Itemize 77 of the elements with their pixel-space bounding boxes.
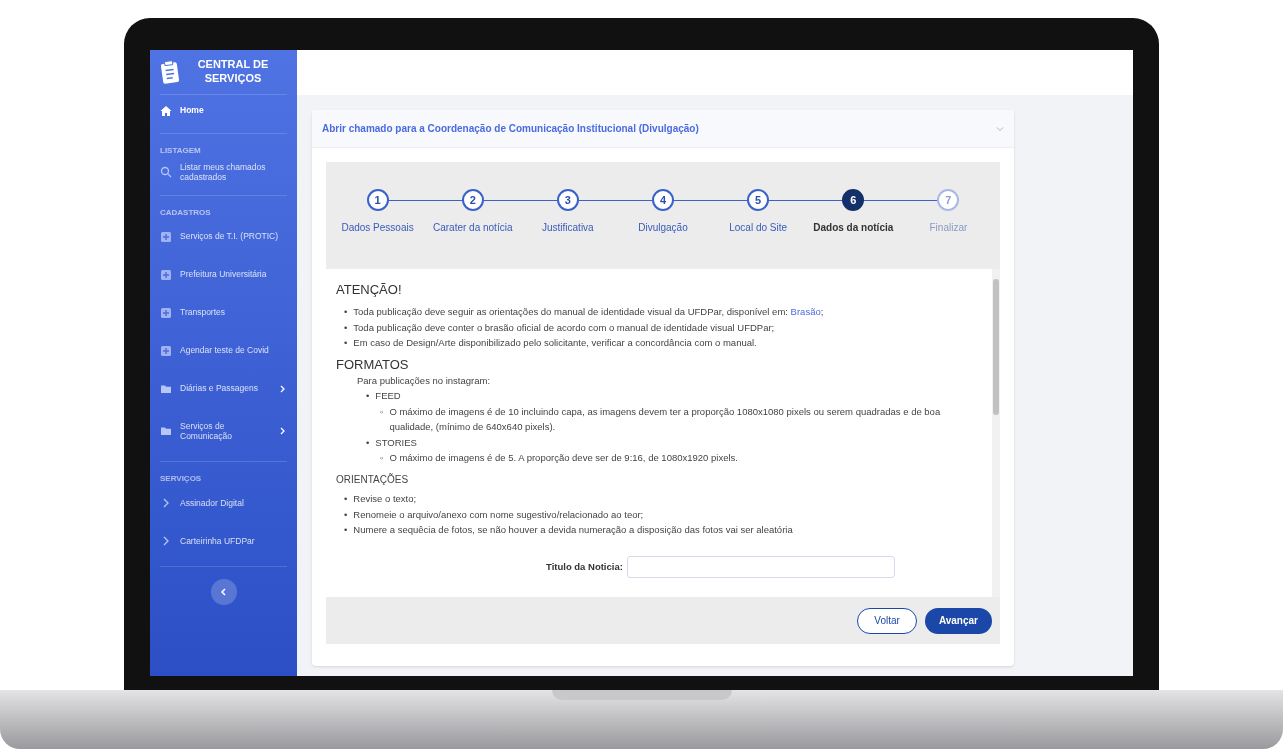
step-label: Finalizar [929, 221, 968, 235]
bullet: • [366, 389, 370, 403]
collapse-sidebar-button[interactable] [210, 579, 237, 605]
brand-title: CENTRAL DE SERVIÇOS [196, 58, 270, 86]
search-icon [160, 166, 172, 179]
plus-square-icon [160, 268, 172, 281]
sidebar-item[interactable]: Prefeitura Universitária [160, 255, 287, 294]
list-text: O máximo de imagens é de 10 incluindo capa, as imagens devem ter a proporção 1080x1080 pixels ou serem quadradas e de boa qualidade, (mínimo de 640x640 pixels). [389, 404, 942, 434]
back-button[interactable]: Voltar [857, 607, 917, 634]
plus-square-icon [160, 230, 172, 243]
chevron-left-icon [219, 588, 228, 596]
step-number: 1 [366, 189, 389, 211]
step-label: Justificativa [542, 221, 594, 235]
bullet: ◦ [380, 404, 384, 419]
step-number: 2 [461, 189, 484, 211]
list-text: Em caso de Design/Arte disponibilizado pelo solicitante, verificar a concordância com o manual. [353, 336, 757, 350]
sidebar-item[interactable]: Carteirinha UFDPar [160, 522, 287, 560]
wizard-step[interactable]: 2 Carater da notícia [425, 189, 521, 235]
plus-square-icon [160, 306, 172, 319]
sidebar-item[interactable]: Listar meus chamados cadastrados [160, 155, 287, 189]
list-text: Toda publicação deve seguir as orientações do manual de identidade visual da UFDPar, disponível em: Brasão; [353, 305, 824, 319]
step-label: Dados da notícia [813, 221, 894, 235]
bullet: • [344, 523, 348, 537]
wizard-step[interactable]: 4 Divulgação [615, 189, 711, 235]
list-text: Renomeie o arquivo/anexo com nome sugestivo/relacionado ao teor; [353, 507, 644, 522]
section-label: LISTAGEM [160, 145, 201, 155]
chevron-down-icon [996, 124, 1004, 133]
bullet: • [344, 320, 348, 335]
sidebar-item[interactable]: Serviços de T.I. (PROTIC) [160, 217, 287, 256]
step-label: Divulgação [638, 221, 688, 235]
step-number: 6 [842, 189, 865, 211]
wizard-step[interactable]: 3 Justificativa [520, 189, 616, 235]
wizard-step[interactable]: 5 Local do Site [710, 189, 806, 235]
list-text: Toda publicação deve conter o brasão oficial de acordo com o manual de identidade visual UFDPar; [353, 320, 775, 335]
bullet: • [344, 336, 348, 350]
list-text: FEED [375, 389, 401, 403]
home-icon [160, 104, 172, 117]
intro-text: Para publicações no instagram: [357, 373, 492, 388]
sidebar-item[interactable]: Transportes [160, 293, 287, 332]
step-number: 3 [556, 189, 579, 211]
step-number: 4 [652, 189, 674, 211]
chevron-right-icon [279, 384, 287, 393]
step-number: 5 [747, 189, 770, 211]
sidebar-item[interactable]: Serviços de Comunicação [160, 407, 287, 455]
list-text: Revise o texto; [353, 492, 417, 506]
section-heading: ORIENTAÇÕES [336, 472, 410, 487]
step-label: Local do Site [729, 221, 788, 235]
sidebar-item[interactable]: Assinador Digital [160, 484, 287, 522]
bullet: • [344, 305, 348, 319]
wizard-step[interactable]: 1 Dados Pessoais [330, 189, 426, 235]
section-label: SERVIÇOS [160, 474, 202, 483]
list-text: Numere a sequêcia de fotos, se não houver a devida numeração a disposição das fotos vai ser aleatória [353, 523, 793, 537]
bullet: ◦ [380, 451, 384, 465]
bullet: • [366, 435, 370, 450]
sidebar-item[interactable]: Agendar teste de Covid [160, 331, 287, 370]
step-number: 7 [937, 189, 960, 211]
list-text: STORIES [375, 435, 417, 450]
brasao-link[interactable]: Brasão [790, 306, 821, 317]
list-text: O máximo de imagens é de 5. A proporção deve ser de 9:16, de 1080x1920 pixels. [389, 451, 738, 465]
section-label: CADASTROS [160, 207, 211, 217]
news-title-input[interactable] [626, 555, 895, 578]
chevron-right-icon [279, 427, 287, 436]
folder-icon [160, 425, 172, 438]
card-title: Abrir chamado para a Coordenação de Comunicação Institucional (Divulgação) [322, 122, 699, 136]
bullet: • [344, 492, 348, 506]
clipboard-icon [160, 59, 180, 84]
wizard-step[interactable]: 6 Dados da notícia [805, 189, 901, 235]
step-label: Carater da notícia [432, 221, 513, 235]
step-label: Dados Pessoais [341, 221, 414, 235]
sidebar-item[interactable]: Diárias e Passagens [160, 369, 287, 408]
sidebar-item[interactable]: Home [160, 94, 287, 127]
bullet: • [344, 507, 348, 522]
plus-square-icon [160, 344, 172, 357]
section-heading: FORMATOS [336, 356, 410, 373]
section-heading: ATENÇÃO! [336, 281, 403, 299]
field-label: Titulo da Noticia: [546, 559, 623, 574]
next-button[interactable]: Avançar [924, 607, 992, 634]
